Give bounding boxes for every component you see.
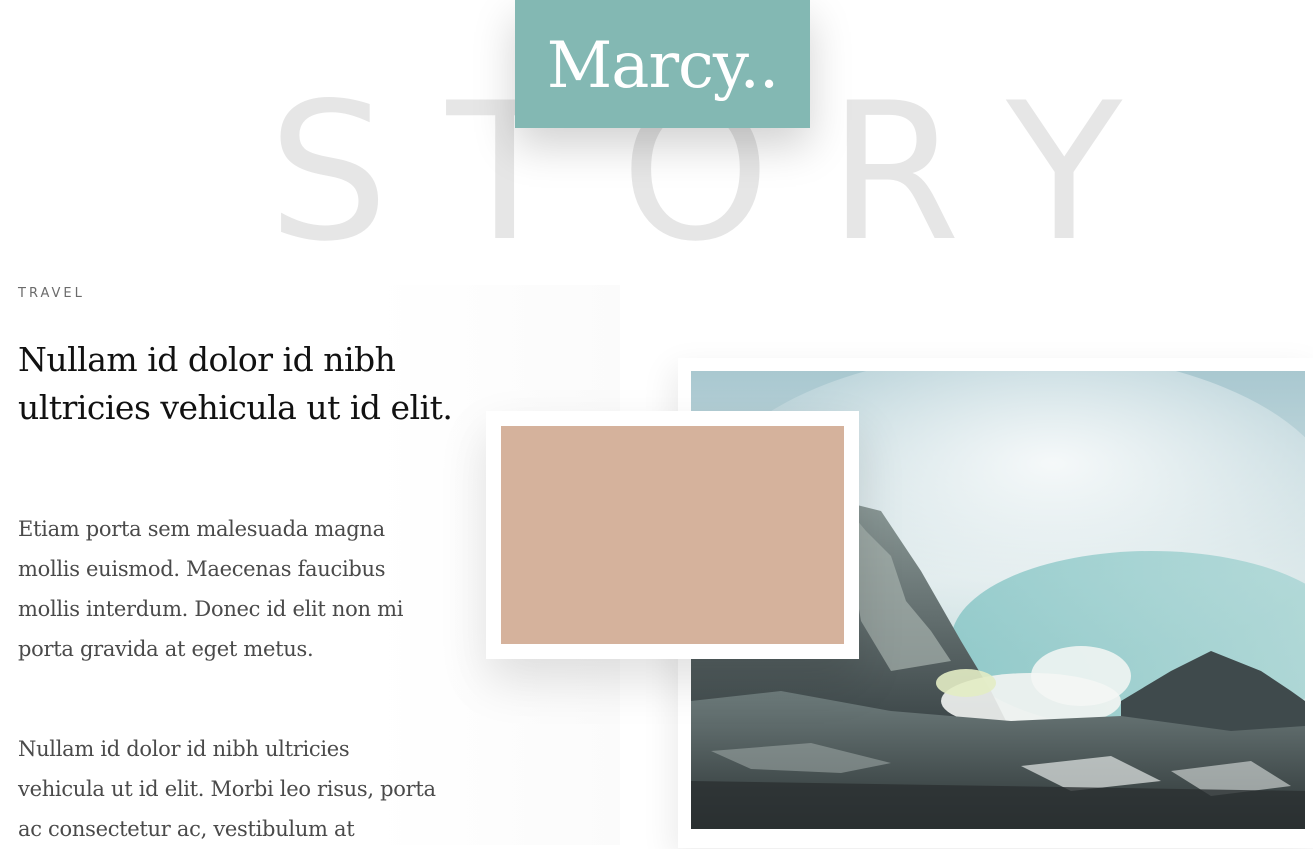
article-paragraph-2: Nullam id dolor id nibh ultricies vehicu… <box>18 737 436 841</box>
site-logo[interactable]: Marcy.. <box>515 0 810 128</box>
logo-text: Marcy.. <box>546 29 779 103</box>
article-paragraph-1: Etiam porta sem malesuada magna mollis e… <box>18 517 404 661</box>
article-category[interactable]: TRAVEL <box>18 286 85 301</box>
article-headline[interactable]: Nullam id dolor id nibh ultricies vehicu… <box>18 336 478 432</box>
color-swatch-card <box>486 411 859 659</box>
color-swatch <box>501 426 844 644</box>
